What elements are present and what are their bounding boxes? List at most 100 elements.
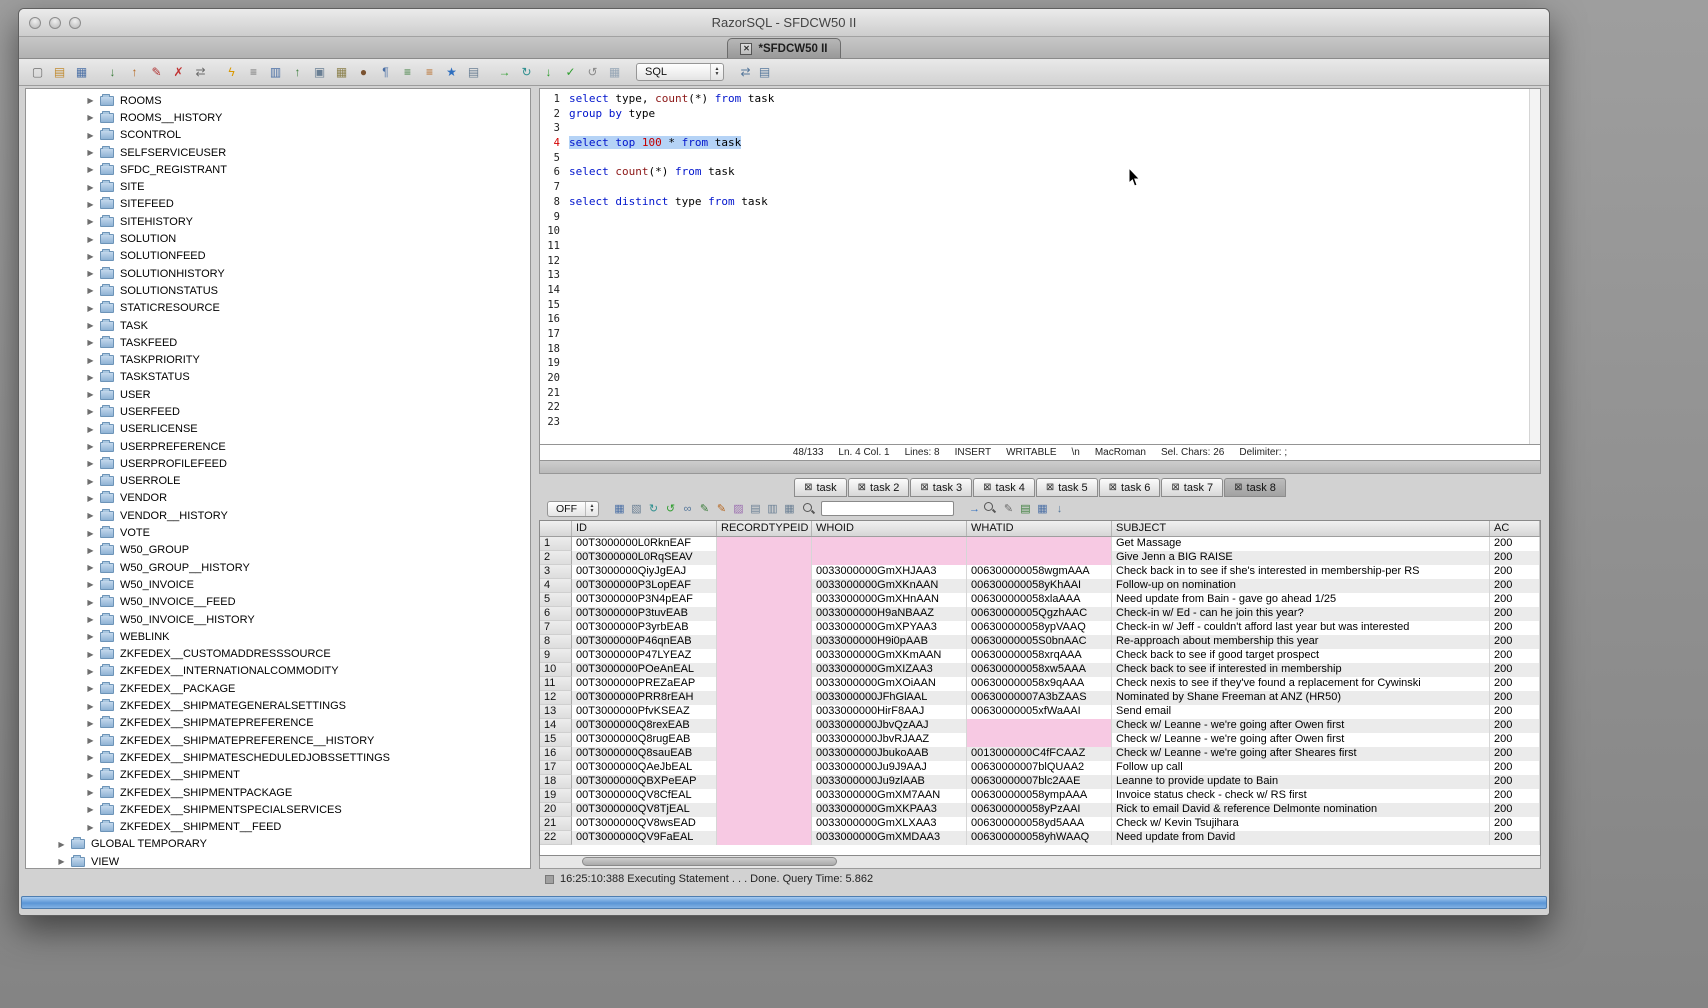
column-header[interactable]: ID bbox=[572, 521, 717, 536]
cell-whoid[interactable]: 0033000000GmXLXAA3 bbox=[812, 817, 967, 831]
code-line[interactable] bbox=[569, 298, 1529, 313]
code-line[interactable] bbox=[569, 121, 1529, 136]
expand-triangle-icon[interactable]: ▶ bbox=[85, 684, 96, 693]
cell-whatid[interactable]: 00630000007A3bZAAS bbox=[967, 691, 1112, 705]
column-header[interactable]: RECORDTYPEID bbox=[717, 521, 812, 536]
table-row[interactable]: 200T3000000L0RqSEAVGive Jenn a BIG RAISE… bbox=[540, 551, 1540, 565]
cell-whoid[interactable]: 0033000000HirF8AAJ bbox=[812, 705, 967, 719]
table-tools-icon[interactable]: ▤ bbox=[464, 63, 483, 81]
editor-horizontal-scrollbar[interactable] bbox=[539, 461, 1541, 474]
code-line[interactable] bbox=[569, 415, 1529, 430]
tree-item[interactable]: ▶VENDOR bbox=[26, 490, 530, 507]
table-row[interactable]: 2200T3000000QV9FaEAL0033000000GmXMDAA300… bbox=[540, 831, 1540, 845]
cell-whoid[interactable]: 0033000000GmXMDAA3 bbox=[812, 831, 967, 845]
tree-item[interactable]: ▶STATICRESOURCE bbox=[26, 300, 530, 317]
tree-item[interactable]: ▶USERROLE bbox=[26, 473, 530, 490]
cell-whoid[interactable]: 0033000000GmXOiAAN bbox=[812, 677, 967, 691]
expand-triangle-icon[interactable]: ▶ bbox=[85, 736, 96, 745]
cell-whoid[interactable]: 0033000000GmXKPAA3 bbox=[812, 803, 967, 817]
results-search-input[interactable] bbox=[821, 501, 954, 516]
tree-item[interactable]: ▶ZKFEDEX__SHIPMENT bbox=[26, 767, 530, 784]
row-number[interactable]: 3 bbox=[540, 565, 572, 579]
close-tab-icon[interactable]: ⊠ bbox=[1234, 482, 1242, 493]
cell-whatid[interactable] bbox=[967, 537, 1112, 551]
cell-id[interactable]: 00T3000000QiyJgEAJ bbox=[572, 565, 717, 579]
cell-id[interactable]: 00T3000000QAeJbEAL bbox=[572, 761, 717, 775]
cell-recordtypeid[interactable] bbox=[717, 733, 812, 747]
cell-subject[interactable]: Check w/ Kevin Tsujihara bbox=[1112, 817, 1490, 831]
paste-icon[interactable]: ▦ bbox=[332, 63, 351, 81]
cell-activitydate[interactable]: 200 bbox=[1490, 565, 1540, 579]
cell-subject[interactable]: Check w/ Leanne - we're going after Owen… bbox=[1112, 733, 1490, 747]
edit-connection-icon[interactable]: ✎ bbox=[147, 63, 166, 81]
cell-id[interactable]: 00T3000000P3N4pEAF bbox=[572, 593, 717, 607]
compare-files-icon[interactable]: ⇄ bbox=[191, 63, 210, 81]
limit-select[interactable]: OFF ▲▼ bbox=[547, 501, 599, 517]
close-tab-icon[interactable]: ⊠ bbox=[858, 482, 866, 493]
scrollbar-thumb[interactable] bbox=[582, 857, 837, 866]
tree-item[interactable]: ▶ZKFEDEX__SHIPMATEPREFERENCE bbox=[26, 715, 530, 732]
close-tab-icon[interactable]: ⊠ bbox=[983, 482, 991, 493]
grid-horizontal-scrollbar[interactable] bbox=[539, 856, 1541, 869]
bottom-scrollbar[interactable] bbox=[21, 896, 1547, 909]
table-row[interactable]: 900T3000000P47LYEAZ0033000000GmXKmAAN006… bbox=[540, 649, 1540, 663]
code-line[interactable]: select distinct type from task bbox=[569, 195, 1529, 210]
cell-whatid[interactable] bbox=[967, 733, 1112, 747]
cell-activitydate[interactable]: 200 bbox=[1490, 831, 1540, 845]
tree-item[interactable]: ▶SITE bbox=[26, 178, 530, 195]
table-row[interactable]: 1900T3000000QV8CfEAL0033000000GmXM7AAN00… bbox=[540, 789, 1540, 803]
table-row[interactable]: 1400T3000000Q8rexEAB0033000000JbvQzAAJCh… bbox=[540, 719, 1540, 733]
expand-triangle-icon[interactable]: ▶ bbox=[56, 840, 67, 849]
expand-triangle-icon[interactable]: ▶ bbox=[85, 200, 96, 209]
expand-triangle-icon[interactable]: ▶ bbox=[85, 304, 96, 313]
cell-subject[interactable]: Check back to see if good target prospec… bbox=[1112, 649, 1490, 663]
jump-to-row-icon[interactable]: → bbox=[966, 501, 983, 517]
cell-subject[interactable]: Give Jenn a BIG RAISE bbox=[1112, 551, 1490, 565]
refresh-results-icon[interactable]: ↺ bbox=[662, 501, 679, 517]
align-sql-icon[interactable]: ≡ bbox=[420, 63, 439, 81]
code-line[interactable] bbox=[569, 180, 1529, 195]
expand-triangle-icon[interactable]: ▶ bbox=[85, 338, 96, 347]
column-fit-icon[interactable]: ▦ bbox=[781, 501, 798, 517]
expand-triangle-icon[interactable]: ▶ bbox=[85, 442, 96, 451]
expand-triangle-icon[interactable]: ▶ bbox=[85, 753, 96, 762]
cell-id[interactable]: 00T3000000Q8rexEAB bbox=[572, 719, 717, 733]
cell-whoid[interactable]: 0033000000GmXHJAA3 bbox=[812, 565, 967, 579]
editor-vertical-scrollbar[interactable] bbox=[1529, 89, 1540, 444]
close-tab-icon[interactable]: ⊠ bbox=[804, 482, 812, 493]
cell-subject[interactable]: Invoice status check - check w/ RS first bbox=[1112, 789, 1490, 803]
describe-table-icon[interactable]: ¶ bbox=[376, 63, 395, 81]
cell-recordtypeid[interactable] bbox=[717, 761, 812, 775]
row-number[interactable]: 11 bbox=[540, 677, 572, 691]
tree-item[interactable]: ▶ZKFEDEX__CUSTOMADDRESSSOURCE bbox=[26, 646, 530, 663]
cell-subject[interactable]: Follow-up on nomination bbox=[1112, 579, 1490, 593]
tree-item[interactable]: ▶SITEFEED bbox=[26, 196, 530, 213]
statement-type-select[interactable]: SQL ▲▼ bbox=[636, 63, 724, 81]
cell-recordtypeid[interactable] bbox=[717, 789, 812, 803]
code-line[interactable]: select top 100 * from task bbox=[569, 136, 1529, 151]
cell-id[interactable]: 00T3000000P46qnEAB bbox=[572, 635, 717, 649]
cell-id[interactable]: 00T3000000PfvKSEAZ bbox=[572, 705, 717, 719]
result-tab[interactable]: ⊠task 7 bbox=[1161, 478, 1223, 497]
import-sql-file-icon[interactable]: ↓ bbox=[103, 63, 122, 81]
table-row[interactable]: 500T3000000P3N4pEAF0033000000GmXHnAAN006… bbox=[540, 593, 1540, 607]
cell-whatid[interactable]: 006300000058ympAAA bbox=[967, 789, 1112, 803]
cell-id[interactable]: 00T3000000L0RqSEAV bbox=[572, 551, 717, 565]
cell-recordtypeid[interactable] bbox=[717, 607, 812, 621]
cell-recordtypeid[interactable] bbox=[717, 635, 812, 649]
cell-activitydate[interactable]: 200 bbox=[1490, 719, 1540, 733]
cell-activitydate[interactable]: 200 bbox=[1490, 691, 1540, 705]
code-line[interactable] bbox=[569, 224, 1529, 239]
save-file-icon[interactable]: ▦ bbox=[72, 63, 91, 81]
close-tab-icon[interactable]: ⊠ bbox=[1109, 482, 1117, 493]
expand-triangle-icon[interactable]: ▶ bbox=[85, 702, 96, 711]
table-row[interactable]: 300T3000000QiyJgEAJ0033000000GmXHJAA3006… bbox=[540, 565, 1540, 579]
cell-id[interactable]: 00T3000000QV8TjEAL bbox=[572, 803, 717, 817]
code-line[interactable] bbox=[569, 239, 1529, 254]
insert-row-icon[interactable]: ✎ bbox=[696, 501, 713, 517]
code-line[interactable] bbox=[569, 356, 1529, 371]
result-tab[interactable]: ⊠task 8 bbox=[1224, 478, 1286, 497]
code-line[interactable] bbox=[569, 386, 1529, 401]
tree-item[interactable]: ▶SOLUTION bbox=[26, 230, 530, 247]
tree-item[interactable]: ▶ROOMS bbox=[26, 92, 530, 109]
